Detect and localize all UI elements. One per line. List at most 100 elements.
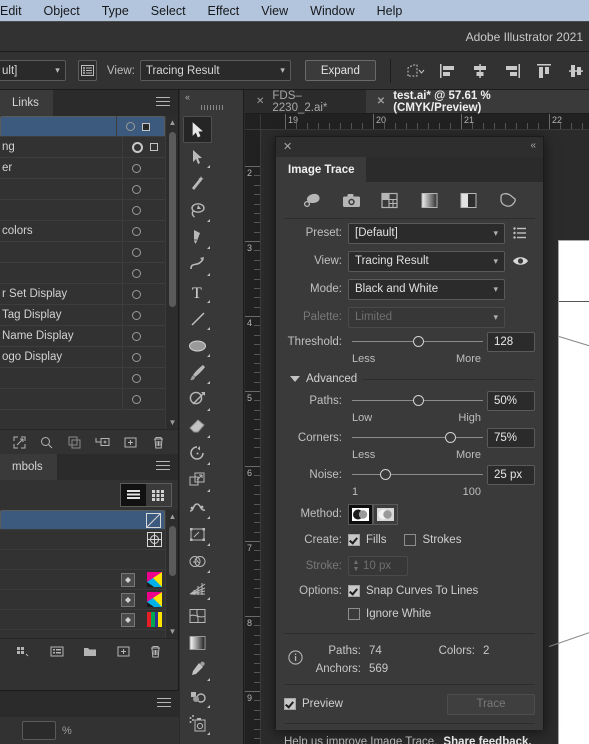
trace-button[interactable]: Trace xyxy=(447,693,535,715)
tab-links[interactable]: Links xyxy=(0,90,53,116)
high-color-icon[interactable] xyxy=(341,191,361,211)
visibility-toggle-icon[interactable] xyxy=(132,184,141,194)
swatch-row[interactable] xyxy=(0,550,165,570)
layer-row[interactable] xyxy=(0,116,165,137)
noise-value-input[interactable]: 25 px xyxy=(487,465,535,485)
layer-row[interactable] xyxy=(0,388,165,410)
shaper-tool[interactable] xyxy=(183,386,212,413)
swatch-row[interactable] xyxy=(0,510,165,530)
none-swatch[interactable] xyxy=(146,512,161,528)
swatch-libraries-icon[interactable] xyxy=(16,645,31,658)
slider-knob[interactable] xyxy=(445,432,457,443)
new-swatch-icon[interactable] xyxy=(117,645,130,658)
pen-tool[interactable] xyxy=(183,224,212,251)
visibility-toggle-icon[interactable] xyxy=(132,310,141,320)
column-graph-tool[interactable] xyxy=(183,737,212,744)
auto-color-icon[interactable] xyxy=(302,191,322,211)
layer-row[interactable]: ogo Display xyxy=(0,346,165,368)
menu-item-type[interactable]: Type xyxy=(91,0,140,22)
artboard[interactable] xyxy=(549,240,589,744)
collapse-panel-icon[interactable]: « xyxy=(530,140,536,151)
blend-tool[interactable] xyxy=(183,683,212,710)
menu-item-effect[interactable]: Effect xyxy=(197,0,251,22)
panel-menu-icon[interactable] xyxy=(156,461,170,473)
layer-row[interactable] xyxy=(0,178,165,200)
perspective-grid-tool[interactable] xyxy=(183,575,212,602)
layer-row[interactable]: ng xyxy=(0,136,165,158)
collapse-panel-icon[interactable]: « xyxy=(185,92,190,102)
visibility-toggle-icon[interactable] xyxy=(132,331,141,341)
delete-swatch-icon[interactable] xyxy=(149,645,162,658)
duplicate-layer-icon[interactable] xyxy=(68,436,81,449)
scale-tool[interactable] xyxy=(183,467,212,494)
align-center-vertical-icon[interactable] xyxy=(567,60,585,82)
noise-slider[interactable] xyxy=(352,464,483,486)
corners-value-input[interactable]: 75% xyxy=(487,428,535,448)
paths-value-input[interactable]: 50% xyxy=(487,391,535,411)
preset-dropdown[interactable]: [Default] ▾ xyxy=(348,222,505,244)
layer-row[interactable] xyxy=(0,367,165,389)
preset-list-icon[interactable] xyxy=(77,60,97,81)
search-icon[interactable] xyxy=(40,436,53,449)
scroll-down-icon[interactable]: ▼ xyxy=(166,416,179,429)
menu-item-window[interactable]: Window xyxy=(299,0,365,22)
outline-icon[interactable] xyxy=(497,191,517,211)
align-left-icon[interactable] xyxy=(439,60,457,82)
paths-slider[interactable] xyxy=(352,390,483,412)
layer-row[interactable]: Tag Display xyxy=(0,304,165,326)
swatch-row[interactable] xyxy=(0,530,165,550)
menu-item-view[interactable]: View xyxy=(250,0,299,22)
mode-dropdown[interactable]: Black and White ▾ xyxy=(348,278,505,300)
line-segment-tool[interactable] xyxy=(183,305,212,332)
preview-eye-icon[interactable] xyxy=(505,255,535,267)
overlapping-method-icon[interactable] xyxy=(373,503,398,525)
visibility-toggle-icon[interactable] xyxy=(132,289,141,299)
layer-row[interactable] xyxy=(0,241,165,263)
menu-item-object[interactable]: Object xyxy=(33,0,91,22)
visibility-toggle-icon[interactable] xyxy=(132,373,141,383)
scrollbar-thumb[interactable] xyxy=(169,132,176,307)
mesh-tool[interactable] xyxy=(183,602,212,629)
ruler-corner[interactable] xyxy=(245,114,261,130)
width-tool[interactable] xyxy=(183,494,212,521)
swatch-row[interactable] xyxy=(0,570,165,590)
ellipse-tool[interactable] xyxy=(183,332,212,359)
ignore-white-checkbox[interactable]: Ignore White xyxy=(348,608,431,620)
target-indicator-icon[interactable] xyxy=(142,122,150,131)
preview-checkbox[interactable]: Preview xyxy=(284,698,343,710)
swatch-row[interactable] xyxy=(0,590,165,610)
preset-dropdown[interactable]: ult] ▾ xyxy=(0,60,66,81)
free-transform-tool[interactable] xyxy=(183,521,212,548)
grayscale-icon[interactable] xyxy=(419,191,439,211)
magic-wand-tool[interactable] xyxy=(183,170,212,197)
scroll-down-icon[interactable]: ▼ xyxy=(166,625,179,638)
slider-knob[interactable] xyxy=(412,336,424,347)
panel-menu-icon[interactable] xyxy=(156,97,170,109)
new-color-group-icon[interactable] xyxy=(83,645,97,658)
create-strokes-checkbox[interactable]: Strokes xyxy=(404,534,461,546)
abutting-method-icon[interactable] xyxy=(348,503,373,525)
slider-knob[interactable] xyxy=(412,395,424,406)
horizontal-ruler[interactable]: 19 20 21 22 xyxy=(261,114,589,130)
shape-builder-tool[interactable] xyxy=(183,548,212,575)
tab-symbols[interactable]: mbols xyxy=(0,454,57,480)
close-tab-icon[interactable]: ✕ xyxy=(377,96,385,107)
visibility-toggle-icon[interactable] xyxy=(132,394,141,404)
cmyk-gradient-swatch[interactable] xyxy=(147,572,162,587)
menu-item-edit[interactable]: Edit xyxy=(0,0,33,22)
expand-button[interactable]: Expand xyxy=(304,60,376,81)
target-indicator-icon[interactable] xyxy=(150,143,158,151)
lasso-tool[interactable] xyxy=(183,197,212,224)
preset-menu-icon[interactable] xyxy=(505,227,535,239)
visibility-toggle-icon[interactable] xyxy=(132,352,141,362)
locate-object-icon[interactable] xyxy=(13,436,26,449)
registration-swatch[interactable] xyxy=(147,532,162,547)
corners-slider[interactable] xyxy=(352,427,483,449)
view-dropdown[interactable]: Tracing Result ▾ xyxy=(348,250,505,272)
visibility-toggle-icon[interactable] xyxy=(132,205,141,215)
rotate-tool[interactable] xyxy=(183,440,212,467)
direct-selection-tool[interactable] xyxy=(183,143,212,170)
layer-row[interactable] xyxy=(0,199,165,221)
close-panel-icon[interactable]: ✕ xyxy=(283,140,292,153)
layer-row[interactable]: er xyxy=(0,157,165,179)
